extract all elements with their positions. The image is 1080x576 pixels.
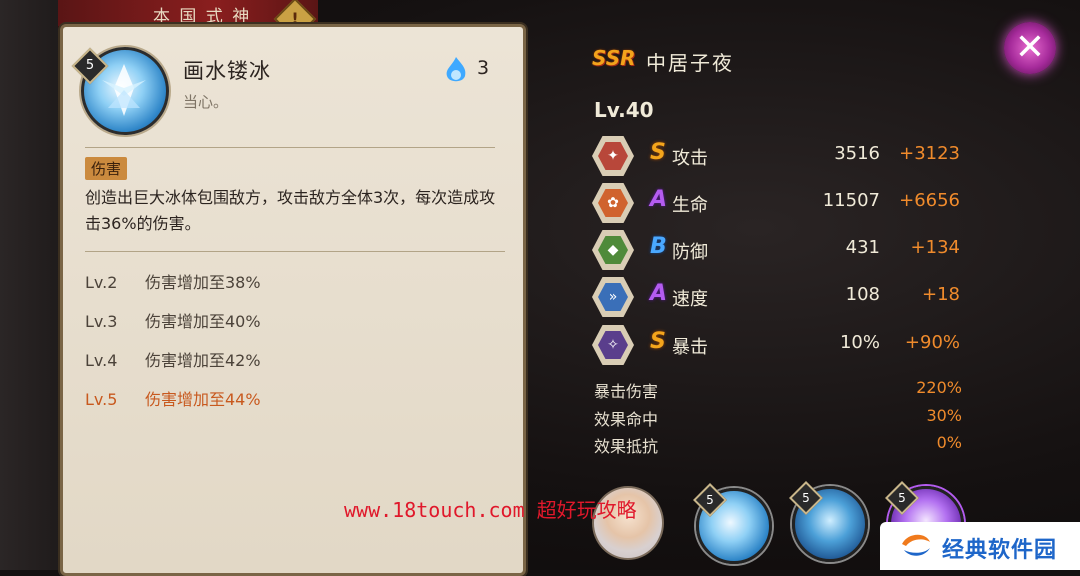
skill-effect-text: 创造出巨大冰体包围敌方，攻击敌方全体3次，每次造成攻击36%的伤害。 [85, 188, 496, 233]
armor-icon: ◆ [592, 230, 634, 270]
speed-icon: » [592, 277, 634, 317]
close-icon: ✕ [1014, 27, 1046, 68]
stat-row-hp: ✿ A 生命 11507 +6656 [592, 183, 972, 223]
stat-grade: S [650, 140, 666, 165]
shikigami-name: 中居子夜 [646, 51, 734, 75]
stat-bonus: +3123 [899, 143, 960, 164]
stat-label: 生命 [672, 195, 708, 216]
charm-icon: ✿ [592, 183, 634, 223]
site-logo: 经典软件园 [880, 522, 1080, 570]
shikigami-level: Lv.40 [594, 98, 654, 122]
skill-name: 画水镂冰 [183, 59, 271, 83]
stat-bonus: +134 [910, 237, 960, 258]
stat-row-crit: ✧ S 暴击 10% +90% [592, 325, 972, 365]
watermark-text: www.18touch.com 超好玩攻略 [344, 498, 637, 522]
stat-bonus: +90% [904, 332, 960, 353]
level-upgrade-row: Lv.2 伤害增加至38% [85, 273, 261, 292]
stat-value: 431 [845, 237, 880, 258]
crit-icon: ✧ [592, 325, 634, 365]
level-upgrade-row: Lv.4 伤害增加至42% [85, 351, 261, 370]
stat-row-attack: ✦ S 攻击 3516 +3123 [592, 136, 972, 176]
stat-grade: S [650, 329, 666, 354]
logo-swirl-icon [902, 534, 930, 556]
skill-flavor-text: 当心。 [183, 93, 229, 111]
stat-value: 10% [839, 332, 880, 353]
stat-grade: A [650, 187, 668, 212]
stat-label: 速度 [672, 289, 708, 310]
level-upgrade-row-current: Lv.5 伤害增加至44% [85, 390, 261, 409]
sub-stat-row: 效果抵抗 0% [594, 433, 962, 456]
divider [85, 251, 505, 252]
stat-grade: A [650, 281, 668, 306]
stat-value: 108 [845, 284, 880, 305]
sub-stat-row: 效果命中 30% [594, 406, 962, 429]
level-upgrade-row: Lv.3 伤害增加至40% [85, 312, 261, 331]
fan-icon: ✦ [592, 136, 634, 176]
sub-stat-row: 暴击伤害 220% [594, 378, 962, 401]
stat-label: 攻击 [672, 148, 708, 169]
stat-label: 防御 [672, 242, 708, 263]
soul-fire-icon [446, 57, 466, 82]
divider [85, 147, 495, 148]
skill-cost: 3 [477, 57, 490, 79]
rarity-badge: SSR [592, 46, 636, 70]
skill-type-tag: 伤害 [85, 157, 128, 180]
stat-label: 暴击 [672, 337, 708, 358]
stat-value: 11507 [822, 190, 880, 211]
logo-text: 经典软件园 [942, 538, 1058, 563]
stat-bonus: +6656 [899, 190, 960, 211]
close-button[interactable]: ✕ [1004, 22, 1056, 74]
stat-row-defense: ◆ B 防御 431 +134 [592, 230, 972, 270]
stat-row-speed: » A 速度 108 +18 [592, 277, 972, 317]
stat-grade: B [650, 234, 667, 259]
stat-bonus: +18 [922, 284, 960, 305]
stat-value: 3516 [834, 143, 880, 164]
